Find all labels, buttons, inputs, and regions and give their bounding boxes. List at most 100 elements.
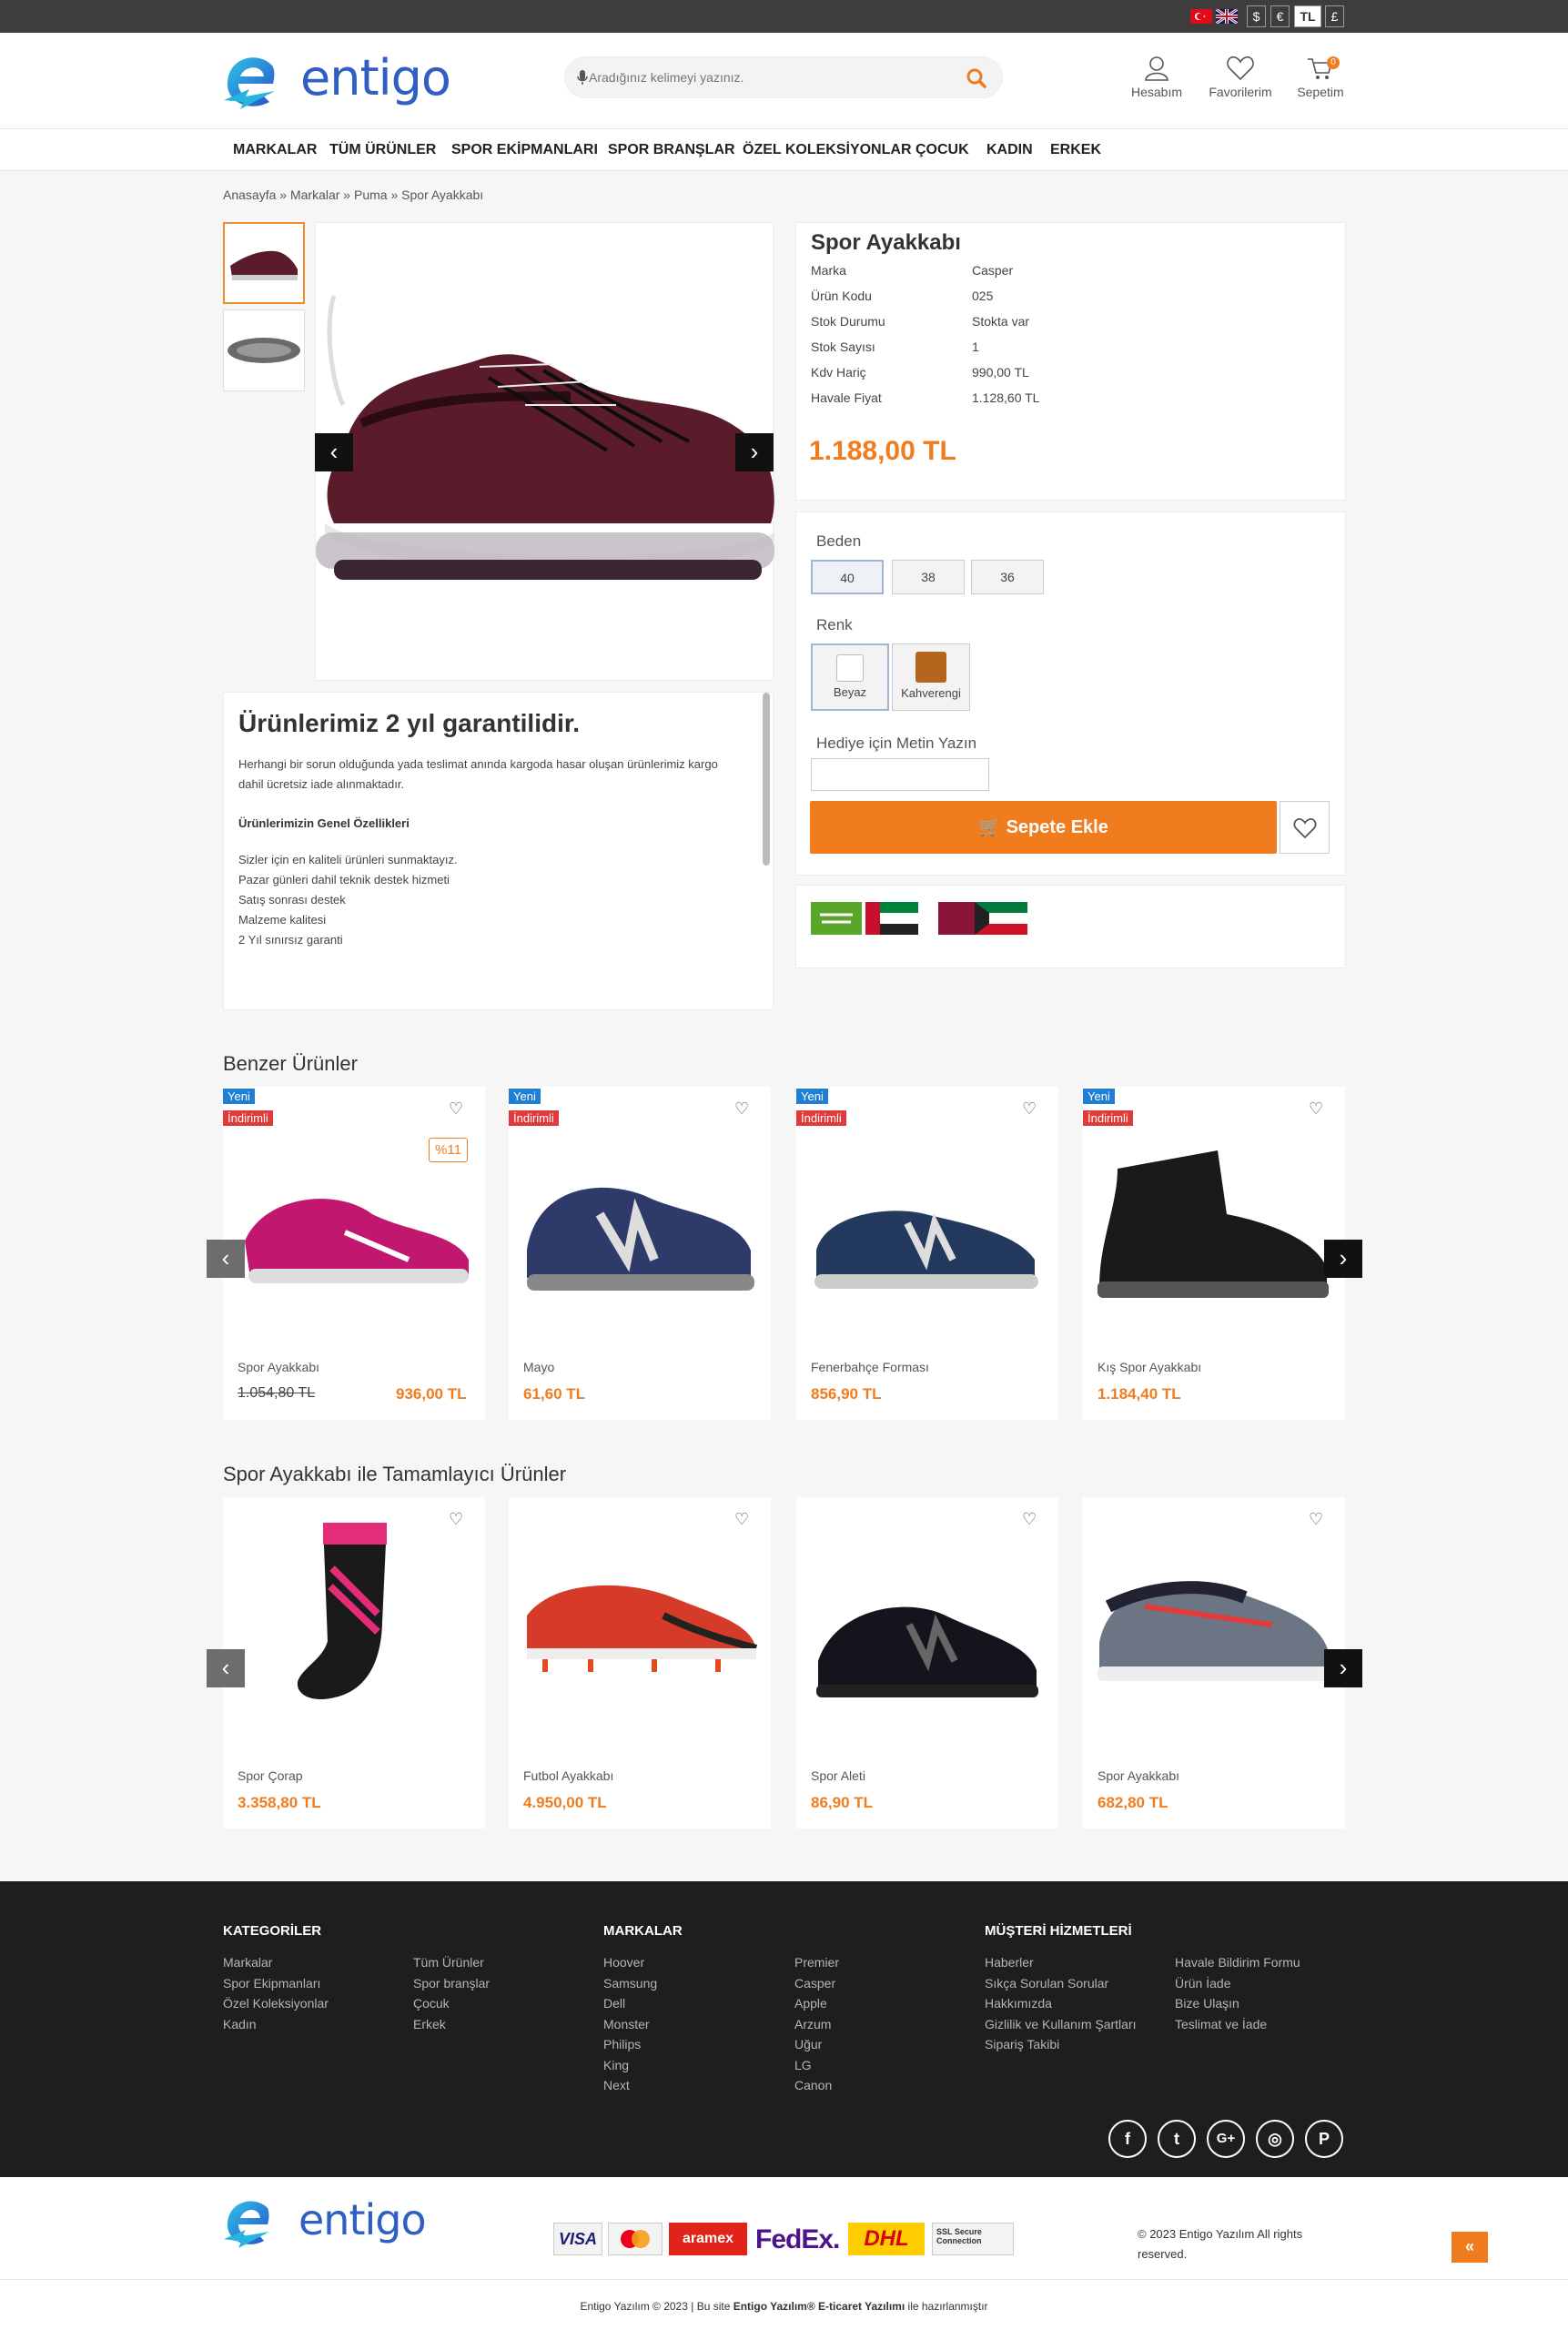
heart-icon[interactable]: ♡	[734, 1099, 749, 1119]
product-title: Spor Ayakkabı	[811, 230, 961, 255]
footer-link[interactable]: Hoover	[603, 1952, 657, 1973]
similar-prev-button[interactable]: ‹	[207, 1240, 245, 1278]
scrollbar[interactable]	[763, 693, 770, 866]
currency-tl-button[interactable]: TL	[1294, 5, 1321, 27]
scroll-to-top-button[interactable]: «	[1452, 2232, 1488, 2263]
size-option-40[interactable]: 40	[811, 560, 884, 594]
footer-link[interactable]: Samsung	[603, 1973, 657, 1994]
footer-link[interactable]: Apple	[794, 1993, 839, 2014]
footer-link[interactable]: Canon	[794, 2075, 839, 2096]
product-thumbnail-1[interactable]	[223, 222, 305, 304]
footer-link[interactable]: Teslimat ve İade	[1175, 2014, 1300, 2035]
qatar-flag-icon	[922, 902, 975, 935]
image-prev-button[interactable]: ‹	[315, 433, 353, 471]
footer-link[interactable]: Gizlilik ve Kullanım Şartları	[985, 2014, 1137, 2035]
spec-value: Casper	[972, 263, 1014, 278]
product-card[interactable]: Yeni İndirimli ♡ Fenerbahçe Forması 856,…	[796, 1087, 1058, 1420]
product-card[interactable]: ♡ Spor Aleti 86,90 TL	[796, 1497, 1058, 1829]
currency-gbp-button[interactable]: £	[1325, 5, 1344, 27]
product-card[interactable]: Yeni İndirimli ♡ %11 Spor Ayakkabı 1.054…	[223, 1087, 485, 1420]
breadcrumb-markalar[interactable]: Markalar	[290, 187, 339, 202]
footer-link[interactable]: Sıkça Sorulan Sorular	[985, 1973, 1137, 1994]
footer-link[interactable]: Spor branşlar	[413, 1973, 490, 1994]
similar-next-button[interactable]: ›	[1324, 1240, 1362, 1278]
product-card[interactable]: ♡ Spor Çorap 3.358,80 TL	[223, 1497, 485, 1829]
image-next-button[interactable]: ›	[735, 433, 774, 471]
add-to-favorites-button[interactable]	[1280, 801, 1330, 854]
search-input[interactable]	[589, 66, 953, 89]
currency-usd-button[interactable]: $	[1247, 5, 1266, 27]
features-title: Ürünlerimizin Genel Özellikleri	[238, 816, 410, 830]
heart-icon[interactable]: ♡	[449, 1510, 463, 1529]
mic-icon[interactable]	[576, 68, 589, 86]
google-plus-icon[interactable]: G+	[1207, 2120, 1245, 2158]
footer-link[interactable]: Uğur	[794, 2034, 839, 2055]
pinterest-icon[interactable]: P	[1305, 2120, 1343, 2158]
product-thumbnail-2[interactable]	[223, 309, 305, 391]
product-card[interactable]: ♡ Futbol Ayakkabı 4.950,00 TL	[509, 1497, 771, 1829]
footer-link[interactable]: Markalar	[223, 1952, 329, 1973]
footer-link[interactable]: Monster	[603, 2014, 657, 2035]
footer-link[interactable]: LG	[794, 2055, 839, 2076]
complementary-next-button[interactable]: ›	[1324, 1649, 1362, 1687]
footer-link[interactable]: Ürün İade	[1175, 1973, 1300, 1994]
nav-item-cocuk[interactable]: ÇOCUK	[916, 142, 969, 158]
product-card[interactable]: ♡ Spor Ayakkabı 682,80 TL	[1083, 1497, 1345, 1829]
footer-link[interactable]: Spor Ekipmanları	[223, 1973, 329, 1994]
product-card[interactable]: Yeni İndirimli ♡ Kış Spor Ayakkabı 1.184…	[1083, 1087, 1345, 1420]
gift-text-input[interactable]	[811, 758, 989, 791]
nav-item-erkek[interactable]: ERKEK	[1050, 142, 1101, 158]
nav-item-ozel-koleksiyonlar[interactable]: ÖZEL KOLEKSİYONLAR	[743, 142, 912, 158]
footer-link[interactable]: Tüm Ürünler	[413, 1952, 490, 1973]
twitter-icon[interactable]: t	[1158, 2120, 1196, 2158]
footer-link[interactable]: Next	[603, 2075, 657, 2096]
favorites-link[interactable]: Favorilerim	[1199, 55, 1281, 99]
footer-link[interactable]: Philips	[603, 2034, 657, 2055]
footer-link[interactable]: Haberler	[985, 1952, 1137, 1973]
size-option-38[interactable]: 38	[892, 560, 965, 594]
color-option-kahverengi[interactable]: Kahverengi	[892, 643, 970, 711]
product-card[interactable]: Yeni İndirimli ♡ Mayo 61,60 TL	[509, 1087, 771, 1420]
color-option-beyaz[interactable]: Beyaz	[811, 643, 889, 711]
nav-item-kadin[interactable]: KADIN	[986, 142, 1033, 158]
instagram-icon[interactable]: ◎	[1256, 2120, 1294, 2158]
mastercard-logo: mastercard	[608, 2223, 663, 2255]
currency-eur-button[interactable]: €	[1270, 5, 1290, 27]
footer-link[interactable]: King	[603, 2055, 657, 2076]
facebook-icon[interactable]: f	[1108, 2120, 1147, 2158]
heart-icon[interactable]: ♡	[1022, 1510, 1037, 1529]
heart-icon[interactable]: ♡	[449, 1099, 463, 1119]
nav-item-tum-urunler[interactable]: TÜM ÜRÜNLER	[329, 142, 436, 158]
footer-link[interactable]: Bize Ulaşın	[1175, 1993, 1300, 2014]
heart-icon[interactable]: ♡	[734, 1510, 749, 1529]
search-icon[interactable]	[966, 67, 987, 94]
nav-item-markalar[interactable]: MARKALAR	[233, 142, 317, 158]
nav-item-spor-ekipmanlari[interactable]: SPOR EKİPMANLARI	[451, 142, 598, 158]
footer-link[interactable]: Erkek	[413, 2014, 490, 2035]
heart-icon[interactable]: ♡	[1309, 1510, 1323, 1529]
account-link[interactable]: Hesabım	[1125, 55, 1189, 99]
size-option-36[interactable]: 36	[971, 560, 1044, 594]
heart-icon[interactable]: ♡	[1309, 1099, 1323, 1119]
add-to-cart-button[interactable]: 🛒 Sepete Ekle	[810, 801, 1277, 854]
breadcrumb-home[interactable]: Anasayfa	[223, 187, 276, 202]
footer-link[interactable]: Kadın	[223, 2014, 329, 2035]
footer-link[interactable]: Sipariş Takibi	[985, 2034, 1137, 2055]
footer-link[interactable]: Casper	[794, 1973, 839, 1994]
footer-link[interactable]: Premier	[794, 1952, 839, 1973]
nav-item-spor-branslar[interactable]: SPOR BRANŞLAR	[608, 142, 735, 158]
footer-link[interactable]: Hakkımızda	[985, 1993, 1137, 2014]
footer-link[interactable]: Dell	[603, 1993, 657, 2014]
complementary-prev-button[interactable]: ‹	[207, 1649, 245, 1687]
heart-icon[interactable]: ♡	[1022, 1099, 1037, 1119]
bottom-divider	[0, 2279, 1568, 2280]
uk-flag-icon[interactable]	[1215, 7, 1239, 25]
footer-link[interactable]: Özel Koleksiyonlar	[223, 1993, 329, 2014]
footer-link[interactable]: Arzum	[794, 2014, 839, 2035]
tr-flag-icon[interactable]	[1190, 9, 1212, 24]
credit-brand-link[interactable]: Entigo Yazılım® E-ticaret Yazılımı	[733, 2300, 905, 2313]
breadcrumb-puma[interactable]: Puma	[354, 187, 388, 202]
footer-link[interactable]: Havale Bildirim Formu	[1175, 1952, 1300, 1973]
footer-link[interactable]: Çocuk	[413, 1993, 490, 2014]
cart-link[interactable]: Sepetim 0	[1289, 55, 1352, 99]
